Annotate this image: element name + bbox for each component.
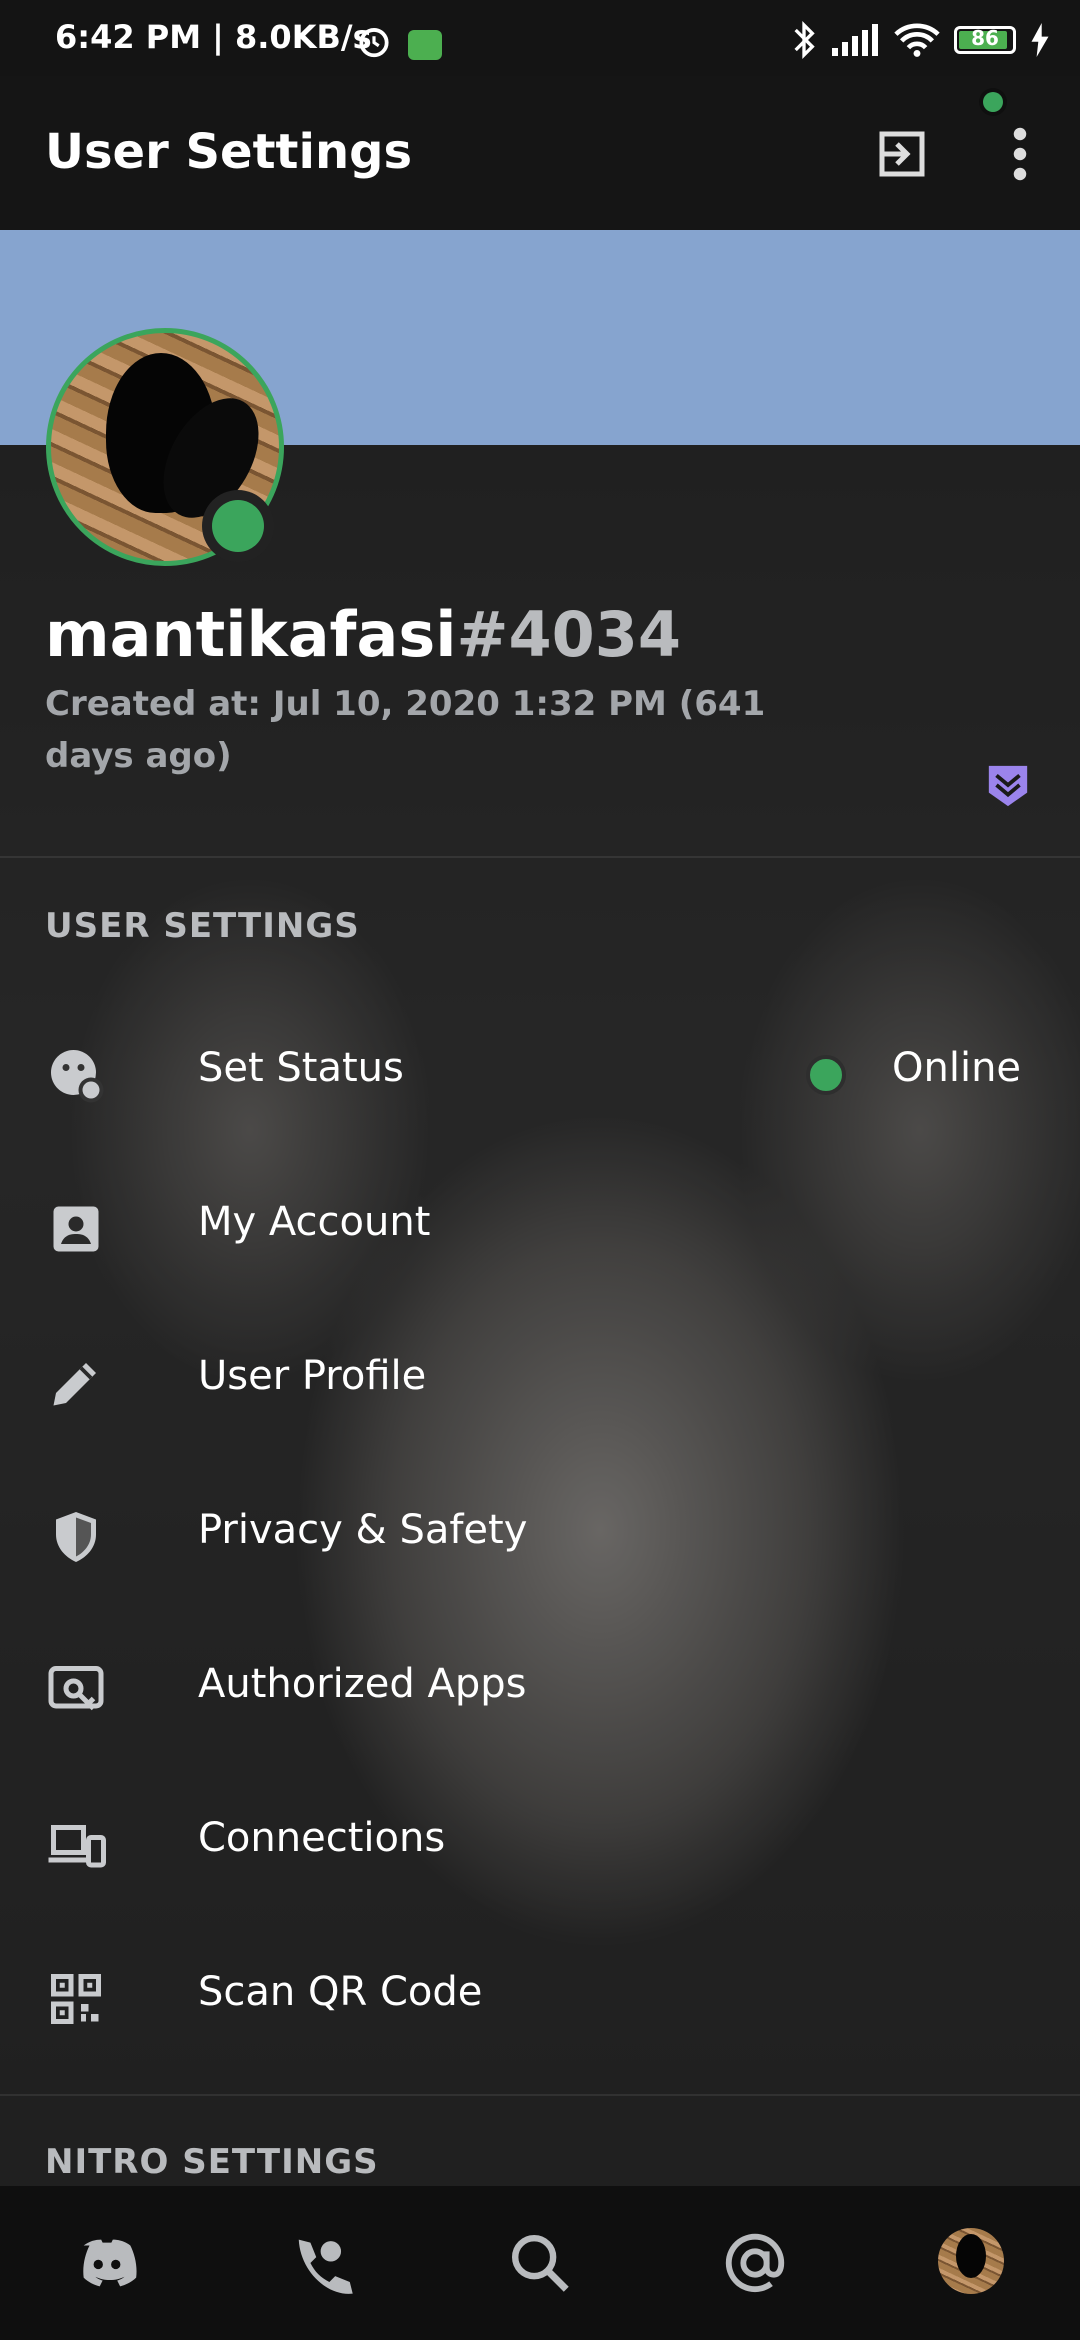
- settings-item-label: Scan QR Code: [198, 1969, 483, 2015]
- settings-item-label: Set Status: [198, 1045, 404, 1091]
- settings-item-label: Privacy & Safety: [198, 1507, 528, 1553]
- mentions-icon[interactable]: [720, 2228, 790, 2298]
- status-face-icon: [51, 1050, 104, 1103]
- settings-item-my-account[interactable]: My Account: [0, 1149, 1080, 1303]
- alarm-icon: [355, 22, 393, 64]
- more-options-icon[interactable]: [1000, 124, 1040, 184]
- battery-icon: 86: [954, 26, 1016, 54]
- logout-icon[interactable]: [872, 124, 932, 184]
- username: mantikafasi#4034: [45, 598, 682, 671]
- settings-item-label: Connections: [198, 1815, 446, 1861]
- section-header-nitro-settings: NITRO SETTINGS: [45, 2142, 379, 2182]
- settings-item-connections[interactable]: Connections: [0, 1765, 1080, 1919]
- status-value: Online: [892, 1045, 1022, 1091]
- bluetooth-icon: [794, 20, 815, 60]
- divider: [0, 856, 1080, 858]
- app-notification-icon: [408, 30, 442, 60]
- settings-item-label: Authorized Apps: [198, 1661, 527, 1707]
- nav-presence-indicator: [979, 88, 1007, 116]
- discord-home-icon[interactable]: [72, 2228, 142, 2298]
- settings-item-label: My Account: [198, 1199, 431, 1245]
- friends-icon[interactable]: [290, 2228, 360, 2298]
- settings-item-privacy-safety[interactable]: Privacy & Safety: [0, 1457, 1080, 1611]
- status-bar: 6:42 PM | 8.0KB/s 86: [0, 0, 1080, 76]
- account-card-icon: [53, 1206, 99, 1252]
- qr-code-icon: [51, 1974, 101, 2024]
- online-status-dot: [806, 1055, 846, 1095]
- pencil-icon: [53, 1363, 96, 1406]
- wifi-icon: [894, 23, 940, 57]
- bottom-navigation: [0, 2186, 1080, 2340]
- hypesquad-badge-icon[interactable]: [985, 762, 1031, 808]
- profile-avatar[interactable]: [938, 2228, 1004, 2294]
- shield-icon: [56, 1512, 96, 1562]
- settings-item-user-profile[interactable]: User Profile: [0, 1303, 1080, 1457]
- divider: [0, 2094, 1080, 2096]
- status-icons: 86: [790, 20, 1050, 60]
- settings-item-scan-qr-code[interactable]: Scan QR Code: [0, 1919, 1080, 2073]
- settings-item-authorized-apps[interactable]: Authorized Apps: [0, 1611, 1080, 1765]
- app-bar: User Settings: [0, 76, 1080, 230]
- discriminator: #4034: [456, 598, 682, 671]
- presence-indicator: [202, 490, 274, 562]
- account-created-date: Created at: Jul 10, 2020 1:32 PM (641 da…: [45, 684, 766, 776]
- status-time: 6:42 PM | 8.0KB/s: [55, 18, 372, 56]
- signal-icon: [832, 24, 878, 56]
- devices-icon: [48, 1825, 106, 1868]
- search-icon[interactable]: [505, 2228, 575, 2298]
- settings-item-set-status[interactable]: Set Status Online: [0, 995, 1080, 1149]
- settings-item-label: User Profile: [198, 1353, 427, 1399]
- authorized-apps-icon: [48, 1666, 104, 1711]
- charging-icon: [1031, 23, 1049, 57]
- section-header-user-settings: USER SETTINGS: [45, 906, 360, 946]
- page-title: User Settings: [45, 124, 413, 180]
